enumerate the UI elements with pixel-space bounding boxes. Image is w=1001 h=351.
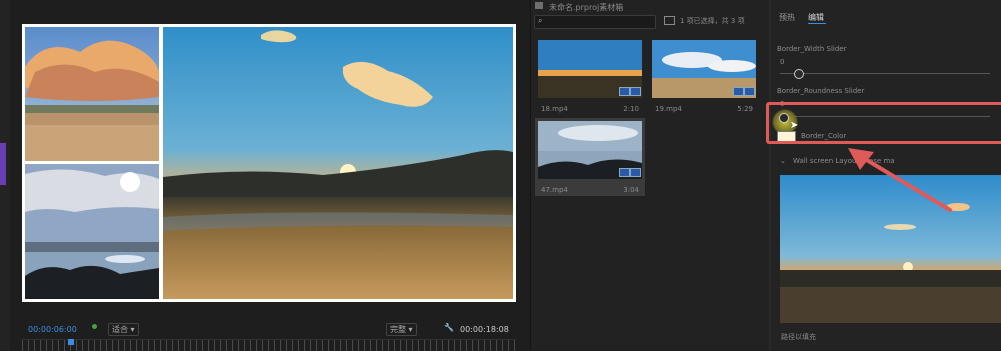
tab-edit[interactable]: 编辑 [808, 12, 824, 23]
clip-name: 18.mp4 [541, 105, 568, 113]
audio-badge-icon [630, 87, 641, 96]
project-item-19[interactable]: 19.mp4 5:29 [649, 37, 759, 115]
marker-dot-icon[interactable] [92, 324, 97, 329]
border-width-label: Border_Width Slider [777, 45, 847, 53]
path-fill-label: 路径以填充 [781, 333, 816, 341]
playback-resolution-value: 适合 [112, 325, 128, 334]
new-bin-icon[interactable] [664, 16, 675, 25]
active-tab-underline [808, 23, 826, 24]
playback-resolution-select[interactable]: 适合 ▾ [108, 323, 139, 336]
audio-badge-icon [630, 168, 641, 177]
clip-duration: 2:10 [623, 105, 639, 113]
timeline-ruler[interactable] [22, 339, 516, 351]
audio-badge-icon [744, 87, 755, 96]
video-cell-top-left [25, 27, 159, 161]
video-badge-icon [733, 87, 744, 96]
project-bin-title: 未命名.prproj素材箱 [549, 3, 624, 12]
video-cell-main-sunset [163, 27, 513, 299]
border-width-value[interactable]: 0 [780, 58, 784, 66]
tab-preheat[interactable]: 预热 [779, 12, 795, 23]
bin-icon [535, 2, 543, 9]
program-video-frame[interactable] [22, 24, 516, 302]
section-chevron-icon[interactable]: ⌄ [780, 157, 786, 165]
project-search-input[interactable]: ⌕ [534, 15, 656, 29]
border-width-slider-knob[interactable] [794, 69, 804, 79]
quality-value: 完整 [390, 325, 406, 334]
clip-name: 47.mp4 [541, 186, 568, 194]
project-item-47-selected[interactable]: 47.mp4 3:04 [535, 118, 645, 196]
video-cell-bottom-left [25, 164, 159, 299]
border-roundness-label: Border_Roundness Slider [777, 87, 865, 95]
clip-name: 19.mp4 [655, 105, 682, 113]
search-icon: ⌕ [538, 16, 543, 25]
current-timecode[interactable]: 00:00:06:00 [28, 325, 77, 334]
duration-timecode: 00:00:18:08 [460, 325, 509, 334]
quality-select[interactable]: 完整 ▾ [386, 323, 417, 336]
annotation-arrow-icon [848, 148, 952, 212]
border-width-slider-track[interactable] [780, 73, 990, 74]
project-item-18[interactable]: 18.mp4 2:10 [535, 37, 645, 115]
video-badge-icon [619, 168, 630, 177]
wrench-icon[interactable]: 🔧 [444, 323, 454, 332]
panel-accent-bar [0, 143, 6, 185]
clip-duration: 3:04 [623, 186, 639, 194]
clip-duration: 5:29 [737, 105, 753, 113]
playhead-icon[interactable] [68, 339, 74, 345]
video-badge-icon [619, 87, 630, 96]
annotation-highlight-box [766, 102, 1001, 144]
selection-info: 1 项已选择，共 3 项 [680, 17, 745, 25]
